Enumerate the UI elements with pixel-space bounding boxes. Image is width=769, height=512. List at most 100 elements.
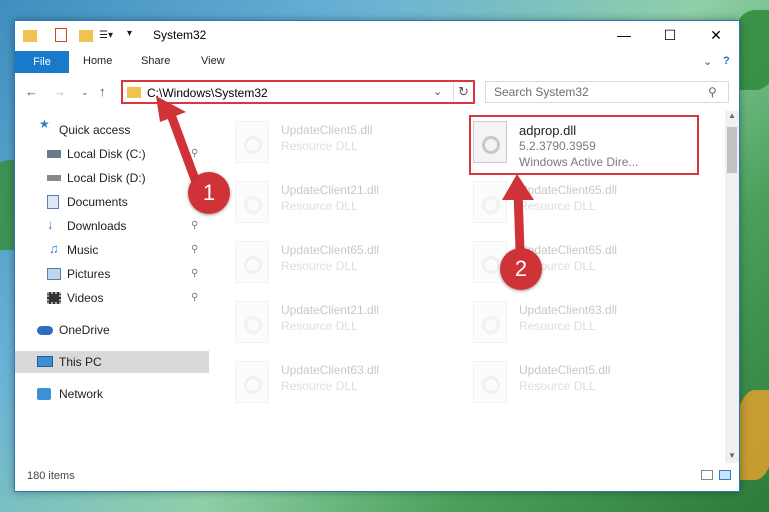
file-item[interactable]: UpdateClient5.dll Resource DLL xyxy=(211,113,441,169)
navigation-bar: ← → ⌄ ↑ C:\Windows\System32 ⌄ ↻ Search S… xyxy=(15,77,739,107)
dll-file-icon xyxy=(235,121,269,163)
file-item[interactable]: UpdateClient21.dll Resource DLL xyxy=(211,293,441,349)
file-item[interactable]: UpdateClient65.dll Resource DLL xyxy=(211,233,441,289)
sidebar-item-pictures[interactable]: Pictures ⚲ xyxy=(15,263,209,285)
tab-view[interactable]: View xyxy=(201,55,225,67)
file-name: UpdateClient5.dll xyxy=(281,123,373,137)
pin-icon: ⚲ xyxy=(191,148,199,159)
drive-icon xyxy=(47,150,61,158)
scroll-up-icon[interactable]: ▲ xyxy=(728,111,736,120)
file-item[interactable]: UpdateClient65.dll Resource DLL xyxy=(449,173,679,229)
search-placeholder: Search System32 xyxy=(494,85,589,99)
address-bar[interactable]: C:\Windows\System32 ⌄ ↻ xyxy=(121,80,475,104)
scrollbar-thumb[interactable] xyxy=(727,127,737,173)
ribbon: File Home Share View ⌄ ? xyxy=(15,51,739,73)
folder-icon xyxy=(23,30,37,42)
properties-icon[interactable] xyxy=(55,28,67,42)
sidebar-item-label: Network xyxy=(59,387,104,401)
sidebar-item-label: Downloads xyxy=(67,219,127,233)
dll-file-icon xyxy=(235,181,269,223)
expand-ribbon-icon[interactable]: ⌄ xyxy=(703,55,712,68)
sidebar-item-label: Videos xyxy=(67,291,104,305)
address-path: C:\Windows\System32 xyxy=(147,86,268,100)
sidebar-item-music[interactable]: ♫ Music ⚲ xyxy=(15,239,209,261)
file-name: UpdateClient65.dll xyxy=(281,243,380,257)
file-name: UpdateClient5.dll xyxy=(519,363,611,377)
pin-icon: ⚲ xyxy=(191,268,199,279)
sidebar-item-network[interactable]: Network xyxy=(15,383,209,405)
sidebar-item-videos[interactable]: Videos ⚲ xyxy=(15,287,209,309)
large-icons-view-icon[interactable] xyxy=(719,470,731,480)
file-item[interactable]: UpdateClient21.dll Resource DLL xyxy=(211,173,441,229)
pictures-icon xyxy=(47,268,61,280)
customize-quick-access-icon[interactable]: ☰▾ xyxy=(99,30,119,42)
dll-file-icon xyxy=(235,301,269,343)
tab-share[interactable]: Share xyxy=(141,55,170,67)
minimize-button[interactable]: — xyxy=(601,21,647,49)
help-icon[interactable]: ? xyxy=(723,55,730,67)
dll-file-icon xyxy=(235,241,269,283)
file-name: UpdateClient63.dll xyxy=(281,363,380,377)
details-view-icon[interactable] xyxy=(701,470,713,480)
file-description: Resource DLL xyxy=(281,259,358,273)
step-badge-1: 1 xyxy=(188,172,230,214)
new-folder-icon[interactable] xyxy=(79,30,93,42)
music-icon: ♫ xyxy=(49,241,59,256)
back-icon[interactable]: ← xyxy=(25,84,38,99)
sidebar-item-label: Pictures xyxy=(67,267,111,281)
maximize-button[interactable]: ☐ xyxy=(647,21,693,49)
downloads-icon: ↓ xyxy=(47,217,54,232)
search-input[interactable]: Search System32 ⚲ xyxy=(485,81,729,103)
sidebar-item-this-pc[interactable]: This PC xyxy=(15,351,209,373)
documents-icon xyxy=(47,195,59,209)
search-icon: ⚲ xyxy=(708,85,717,99)
dropdown-arrow-icon[interactable]: ▾ xyxy=(127,28,137,44)
background-leaf xyxy=(735,390,769,480)
dll-file-icon xyxy=(473,301,507,343)
sidebar-item-label: Local Disk (C:) xyxy=(67,147,146,161)
scroll-down-icon[interactable]: ▼ xyxy=(728,451,736,460)
file-description: Resource DLL xyxy=(281,139,358,153)
close-button[interactable]: ✕ xyxy=(693,21,739,49)
file-name: UpdateClient21.dll xyxy=(281,183,380,197)
explorer-window: ☰▾ ▾ System32 — ☐ ✕ File Home Share View… xyxy=(14,20,740,492)
file-name: UpdateClient63.dll xyxy=(519,303,618,317)
sidebar-item-onedrive[interactable]: OneDrive xyxy=(15,319,209,341)
sidebar-item-downloads[interactable]: ↓ Downloads ⚲ xyxy=(15,215,209,237)
videos-icon xyxy=(47,292,61,304)
pin-icon: ⚲ xyxy=(191,292,199,303)
vertical-scrollbar[interactable]: ▲ ▼ xyxy=(725,111,739,463)
file-name: UpdateClient65.dll xyxy=(519,183,618,197)
file-description: Resource DLL xyxy=(519,319,596,333)
dll-file-icon xyxy=(235,361,269,403)
recent-locations-icon[interactable]: ⌄ xyxy=(81,87,89,98)
sidebar-item-local-disk-d[interactable]: Local Disk (D:) ⚲ xyxy=(15,167,209,189)
file-item[interactable]: UpdateClient65.dll Resource DLL xyxy=(449,233,679,289)
refresh-icon[interactable]: ↻ xyxy=(453,82,473,102)
file-item[interactable]: UpdateClient5.dll Resource DLL xyxy=(449,353,679,409)
sidebar-item-quick-access[interactable]: ★ Quick access xyxy=(15,117,209,141)
forward-icon[interactable]: → xyxy=(53,84,66,99)
sidebar-item-label: OneDrive xyxy=(59,323,110,337)
up-icon[interactable]: ↑ xyxy=(99,84,106,99)
address-dropdown-icon[interactable]: ⌄ xyxy=(433,85,442,98)
file-item[interactable]: UpdateClient63.dll Resource DLL xyxy=(211,353,441,409)
tab-home[interactable]: Home xyxy=(83,55,112,67)
sidebar-item-label: Music xyxy=(67,243,99,257)
highlight-box-adprop xyxy=(469,115,699,175)
drive-icon xyxy=(47,175,61,181)
computer-icon xyxy=(37,356,53,367)
file-description: Resource DLL xyxy=(281,319,358,333)
star-icon: ★ xyxy=(39,117,50,131)
pin-icon: ⚲ xyxy=(191,220,199,231)
file-description: Resource DLL xyxy=(519,199,596,213)
file-item[interactable]: UpdateClient63.dll Resource DLL xyxy=(449,293,679,349)
file-description: Resource DLL xyxy=(519,379,596,393)
sidebar-item-documents[interactable]: Documents ⚲ xyxy=(15,191,209,213)
status-item-count: 180 items xyxy=(27,470,75,482)
window-title: System32 xyxy=(153,28,207,42)
tab-file[interactable]: File xyxy=(15,51,69,73)
sidebar-item-local-disk-c[interactable]: Local Disk (C:) ⚲ xyxy=(15,143,209,165)
file-description: Resource DLL xyxy=(281,379,358,393)
folder-icon xyxy=(127,87,141,98)
